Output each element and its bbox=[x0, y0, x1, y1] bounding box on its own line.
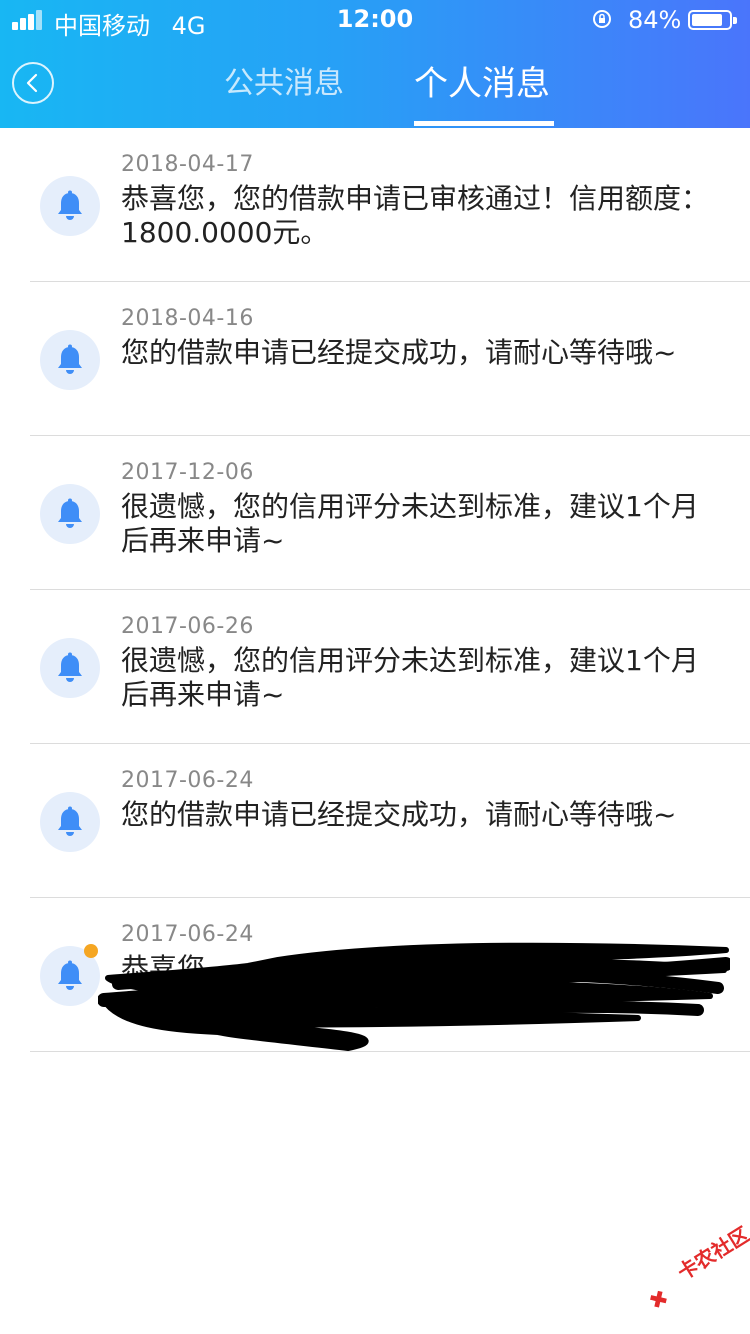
bell-icon bbox=[58, 344, 82, 374]
battery-percent: 84% bbox=[628, 6, 682, 34]
bell-icon bbox=[58, 806, 82, 836]
chevron-left-icon bbox=[26, 73, 38, 93]
message-date: 2018-04-17 bbox=[121, 152, 254, 177]
message-item[interactable]: 2018-04-16 您的借款申请已经提交成功，请耐心等待哦~ bbox=[0, 282, 750, 436]
message-item[interactable]: 2017-06-26 很遗憾，您的信用评分未达到标准，建议1个月后再来申请~ bbox=[0, 590, 750, 744]
bell-icon bbox=[58, 190, 82, 220]
message-text: 很遗憾，您的信用评分未达到标准，建议1个月后再来申请~ bbox=[121, 644, 699, 711]
message-icon-badge bbox=[40, 638, 100, 698]
message-icon-badge bbox=[40, 792, 100, 852]
bell-icon bbox=[58, 960, 82, 990]
bell-icon bbox=[58, 652, 82, 682]
message-text: 很遗憾，您的信用评分未达到标准，建议1个月后再来申请~ bbox=[121, 490, 699, 557]
message-text: 您的借款申请已经提交成功，请耐心等待哦~ bbox=[121, 336, 677, 369]
message-date: 2017-06-24 bbox=[121, 768, 254, 793]
battery-level bbox=[692, 14, 723, 26]
message-text: 恭喜您，您的借款申请已审核通过！信用额度：1800.0000元。 bbox=[121, 182, 710, 249]
message-text: 您的借款申请已经提交成功，请耐心等待哦~ bbox=[121, 798, 677, 831]
active-tab-indicator bbox=[414, 121, 554, 126]
message-item[interactable]: 2017-12-06 很遗憾，您的信用评分未达到标准，建议1个月后再来申请~ bbox=[0, 436, 750, 590]
battery-icon bbox=[688, 10, 737, 30]
redaction-scribble bbox=[98, 942, 730, 1051]
message-item[interactable]: 2018-04-17 恭喜您，您的借款申请已审核通过！信用额度：1800.000… bbox=[0, 128, 750, 282]
message-date: 2017-06-26 bbox=[121, 614, 254, 639]
bell-icon bbox=[58, 498, 82, 528]
message-list: 2018-04-17 恭喜您，您的借款申请已审核通过！信用额度：1800.000… bbox=[0, 128, 750, 1052]
message-icon-badge bbox=[40, 330, 100, 390]
unread-indicator-dot bbox=[84, 944, 98, 958]
message-date: 2018-04-16 bbox=[121, 306, 254, 331]
message-icon-badge bbox=[40, 484, 100, 544]
app-header: 中国移动 4G 12:00 84% 公共消息 个人消息 bbox=[0, 0, 750, 128]
tab-public-messages[interactable]: 公共消息 bbox=[224, 58, 344, 106]
status-bar: 中国移动 4G 12:00 84% bbox=[0, 0, 750, 40]
message-date: 2017-12-06 bbox=[121, 460, 254, 485]
tab-personal-messages[interactable]: 个人消息 bbox=[414, 56, 550, 104]
rotation-lock-icon bbox=[593, 10, 611, 28]
back-button[interactable] bbox=[12, 62, 54, 104]
message-item[interactable]: 2017-06-24 您的借款申请已经提交成功，请耐心等待哦~ bbox=[0, 744, 750, 898]
message-icon-badge bbox=[40, 176, 100, 236]
